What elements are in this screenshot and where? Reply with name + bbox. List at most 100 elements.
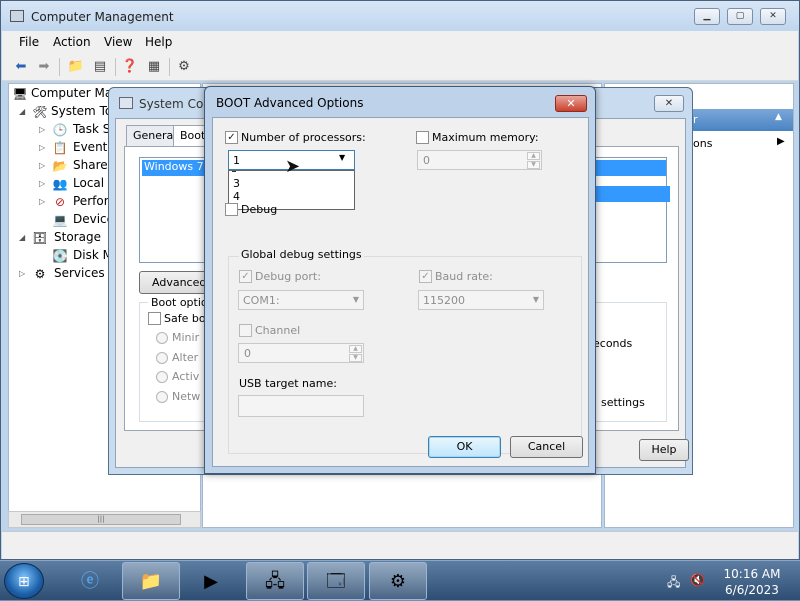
spin-down-icon[interactable]: ▼ bbox=[349, 354, 362, 362]
toolbar: ⬅ ➡ 📁 ▤ ❓ ▦ ⚙ bbox=[2, 53, 798, 81]
os-list-item-selected-tail bbox=[596, 186, 670, 202]
maximum-memory-spinbox[interactable]: 0 ▲ ▼ bbox=[417, 150, 542, 170]
expand-arrow-icon[interactable]: ▷ bbox=[39, 125, 49, 134]
toolbar-separator bbox=[169, 58, 170, 76]
close-button[interactable]: ✕ bbox=[654, 95, 684, 112]
system-tools-icon: 🛠 bbox=[32, 105, 48, 119]
radio-circle[interactable] bbox=[156, 332, 168, 344]
checkbox-box[interactable] bbox=[416, 130, 429, 144]
debug-port-checkbox[interactable]: ✓ Debug port: bbox=[239, 269, 321, 283]
help-button[interactable]: Help bbox=[639, 439, 689, 461]
channel-spinbox[interactable]: 0 ▲ ▼ bbox=[238, 343, 364, 363]
help-icon[interactable]: ❓ bbox=[120, 57, 140, 77]
number-of-processors-checkbox[interactable]: ✓ Number of processors: bbox=[225, 130, 366, 144]
window-title: Computer Management bbox=[31, 10, 174, 24]
maximize-button[interactable]: ▢ bbox=[727, 8, 753, 25]
spin-down-icon[interactable]: ▼ bbox=[527, 161, 540, 169]
expand-arrow-icon[interactable]: ▷ bbox=[39, 161, 49, 170]
chevron-down-icon[interactable]: ▼ bbox=[533, 295, 539, 304]
clock-time: 10:16 AM bbox=[723, 567, 781, 581]
cancel-button[interactable]: Cancel bbox=[510, 436, 583, 458]
clock-icon: 🕒 bbox=[52, 123, 68, 137]
checkmark-icon[interactable]: ✓ bbox=[225, 130, 238, 144]
show-hide-tree-icon[interactable]: ▤ bbox=[90, 57, 110, 77]
menu-view[interactable]: View bbox=[104, 35, 132, 49]
services-icon: ⚙ bbox=[34, 267, 46, 281]
menu-action[interactable]: Action bbox=[53, 35, 91, 49]
title-bar[interactable]: Computer Management ▁ ▢ ✕ bbox=[1, 1, 799, 31]
radio-alternate-shell[interactable]: Alter bbox=[156, 351, 198, 364]
baud-rate-checkbox[interactable]: ✓ Baud rate: bbox=[419, 269, 493, 283]
usb-target-name-label: USB target name: bbox=[239, 377, 337, 390]
system-configuration-icon[interactable]: ⚙ bbox=[369, 562, 427, 600]
forward-arrow-icon[interactable]: ➡ bbox=[34, 57, 54, 77]
start-button[interactable]: ⊞ bbox=[4, 563, 44, 599]
scrollbar-thumb[interactable]: ||| bbox=[21, 514, 181, 525]
usb-target-name-input[interactable] bbox=[238, 395, 364, 417]
collapse-arrow-icon[interactable]: ◢ bbox=[19, 107, 29, 116]
radio-active-directory[interactable]: Activ bbox=[156, 370, 199, 383]
taskbar: ⊞ ⓔ 📁 ▶ 🖧 🗔 ⚙ 🖧 🔇 10:16 AM 6/6/2023 bbox=[0, 560, 800, 600]
storage-icon: 🗄 bbox=[32, 231, 48, 245]
toolbar-separator bbox=[115, 58, 116, 76]
menu-file[interactable]: File bbox=[19, 35, 39, 49]
checkbox-box[interactable] bbox=[225, 202, 238, 216]
collapse-arrow-icon[interactable]: ◢ bbox=[19, 233, 29, 242]
volume-muted-icon[interactable]: 🔇 bbox=[690, 573, 705, 587]
radio-network[interactable]: Netw bbox=[156, 390, 200, 403]
show-hide-action-pane-icon[interactable]: ▦ bbox=[144, 57, 164, 77]
chevron-down-icon[interactable]: ▼ bbox=[339, 153, 345, 162]
disk-icon: 💽 bbox=[52, 249, 68, 263]
clock-date: 6/6/2023 bbox=[725, 583, 779, 597]
event-viewer-icon: 📋 bbox=[52, 141, 68, 155]
windows-explorer-icon[interactable]: 📁 bbox=[122, 562, 180, 600]
channel-checkbox[interactable]: Channel bbox=[239, 323, 300, 337]
spin-up-icon[interactable]: ▲ bbox=[349, 345, 362, 353]
checkmark-icon[interactable]: ✓ bbox=[239, 269, 252, 283]
computer-management-icon[interactable]: 🗔 bbox=[307, 562, 365, 600]
computer-management-app-icon bbox=[10, 10, 24, 22]
expand-arrow-icon[interactable]: ▷ bbox=[39, 179, 49, 188]
radio-minimal[interactable]: Minir bbox=[156, 331, 199, 344]
checkbox-box[interactable] bbox=[239, 323, 252, 337]
dialog-body: ✓ Number of processors: 1 ▼ 3 4 ➤ Maximum… bbox=[212, 117, 589, 467]
menu-help[interactable]: Help bbox=[145, 35, 172, 49]
baud-rate-dropdown[interactable]: 115200 ▼ bbox=[418, 290, 544, 310]
chevron-down-icon[interactable]: ▼ bbox=[353, 295, 359, 304]
computer-icon: 🖥 bbox=[12, 87, 28, 101]
properties-icon[interactable]: ⚙ bbox=[174, 57, 194, 77]
ok-button[interactable]: OK bbox=[428, 436, 501, 458]
debug-checkbox[interactable]: Debug bbox=[225, 202, 277, 216]
collapse-up-icon[interactable]: ▲ bbox=[775, 112, 782, 122]
maximum-memory-checkbox[interactable]: Maximum memory: bbox=[416, 130, 539, 144]
safe-boot-checkbox[interactable]: Safe bo bbox=[148, 311, 206, 325]
clock[interactable]: 10:16 AM 6/6/2023 bbox=[717, 566, 787, 598]
checkbox-box[interactable] bbox=[148, 311, 161, 325]
windows-logo-icon: ⊞ bbox=[18, 574, 30, 590]
close-button[interactable]: ✕ bbox=[555, 95, 587, 112]
mouse-cursor-icon: ➤ bbox=[285, 156, 301, 177]
close-button[interactable]: ✕ bbox=[760, 8, 786, 25]
network-icon[interactable]: 🖧 bbox=[246, 562, 304, 600]
expand-arrow-icon[interactable]: ▷ bbox=[39, 143, 49, 152]
dropdown-option-3[interactable]: 3 bbox=[233, 178, 240, 190]
radio-circle[interactable] bbox=[156, 371, 168, 383]
expand-arrow-icon[interactable]: ▷ bbox=[19, 269, 29, 278]
checkmark-icon[interactable]: ✓ bbox=[419, 269, 432, 283]
media-player-icon[interactable]: ▶ bbox=[182, 562, 240, 600]
device-manager-icon: 💻 bbox=[52, 213, 68, 227]
actions-more-item[interactable]: ons bbox=[693, 137, 712, 150]
up-folder-icon[interactable]: 📁 bbox=[66, 57, 86, 77]
network-tray-icon[interactable]: 🖧 bbox=[667, 573, 680, 594]
users-icon: 👥 bbox=[52, 177, 68, 191]
minimize-button[interactable]: ▁ bbox=[694, 8, 720, 25]
radio-circle[interactable] bbox=[156, 352, 168, 364]
tree-horizontal-scrollbar[interactable]: ||| bbox=[8, 511, 201, 528]
radio-circle[interactable] bbox=[156, 391, 168, 403]
debug-port-dropdown[interactable]: COM1: ▼ bbox=[238, 290, 364, 310]
spin-up-icon[interactable]: ▲ bbox=[527, 152, 540, 160]
internet-explorer-icon[interactable]: ⓔ bbox=[61, 562, 119, 600]
back-arrow-icon[interactable]: ⬅ bbox=[11, 57, 31, 77]
list-item-partial[interactable] bbox=[232, 171, 236, 174]
expand-arrow-icon[interactable]: ▷ bbox=[39, 197, 49, 206]
